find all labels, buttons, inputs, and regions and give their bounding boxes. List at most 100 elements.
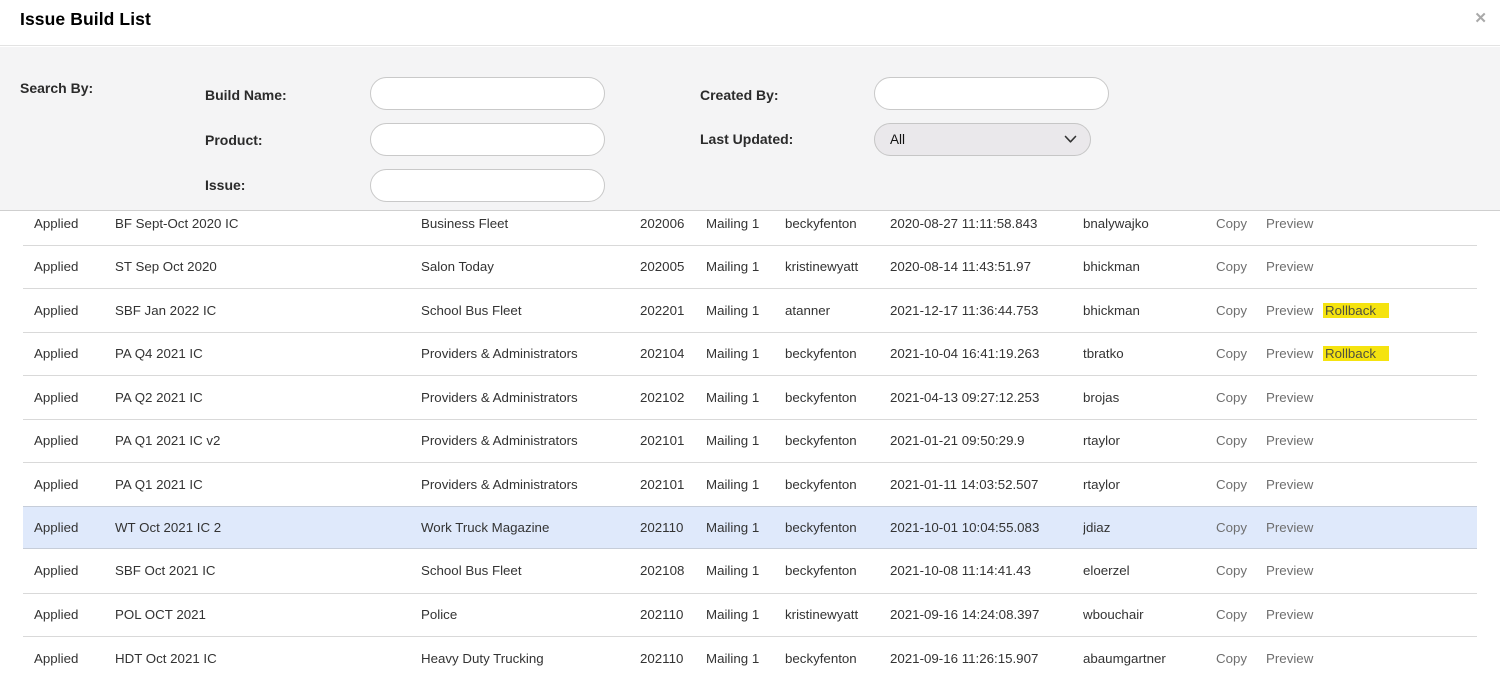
build-name-label: Build Name:	[205, 87, 287, 103]
preview-link[interactable]: Preview	[1266, 216, 1313, 231]
product-cell: Salon Today	[421, 259, 640, 274]
issue-cell: 202101	[640, 477, 706, 492]
created-by-cell: beckyfenton	[785, 563, 890, 578]
table-row[interactable]: Applied ST Sep Oct 2020 Salon Today 2020…	[23, 245, 1477, 289]
search-panel: Search By: Build Name: Product: Issue: C…	[0, 47, 1500, 211]
product-cell: Heavy Duty Trucking	[421, 651, 640, 666]
table-row[interactable]: Applied POL OCT 2021 Police 202110 Maili…	[23, 593, 1477, 637]
created-by-cell: beckyfenton	[785, 346, 890, 361]
created-by-cell: beckyfenton	[785, 477, 890, 492]
table-row[interactable]: Applied PA Q1 2021 IC v2 Providers & Adm…	[23, 419, 1477, 463]
issue-cell: 202104	[640, 346, 706, 361]
copy-link[interactable]: Copy	[1216, 433, 1247, 448]
updated-by-cell: rtaylor	[1083, 477, 1216, 492]
preview-link[interactable]: Preview	[1266, 563, 1313, 578]
issue-input[interactable]	[370, 169, 605, 202]
copy-link[interactable]: Copy	[1216, 477, 1247, 492]
preview-link[interactable]: Preview	[1266, 651, 1313, 666]
created-by-cell: beckyfenton	[785, 520, 890, 535]
created-by-label: Created By:	[700, 87, 779, 103]
copy-link[interactable]: Copy	[1216, 390, 1247, 405]
product-cell: Work Truck Magazine	[421, 520, 640, 535]
mailing-cell: Mailing 1	[706, 651, 785, 666]
close-icon[interactable]: ✕	[1474, 11, 1487, 26]
copy-link[interactable]: Copy	[1216, 563, 1247, 578]
copy-link[interactable]: Copy	[1216, 651, 1247, 666]
issue-cell: 202108	[640, 563, 706, 578]
last-updated-cell: 2020-08-14 11:43:51.97	[890, 259, 1083, 274]
modal-header: Issue Build List ✕	[0, 0, 1500, 46]
preview-link[interactable]: Preview	[1266, 259, 1313, 274]
status-cell: Applied	[23, 607, 115, 622]
copy-link[interactable]: Copy	[1216, 607, 1247, 622]
table-row[interactable]: Applied PA Q1 2021 IC Providers & Admini…	[23, 462, 1477, 506]
status-cell: Applied	[23, 303, 115, 318]
table-row[interactable]: Applied SBF Jan 2022 IC School Bus Fleet…	[23, 288, 1477, 332]
updated-by-cell: rtaylor	[1083, 433, 1216, 448]
issue-cell: 202006	[640, 216, 706, 231]
mailing-cell: Mailing 1	[706, 433, 785, 448]
mailing-cell: Mailing 1	[706, 563, 785, 578]
issue-cell: 202110	[640, 520, 706, 535]
build-name-cell: PA Q1 2021 IC	[115, 477, 421, 492]
build-table-body: Applied BF Sept-Oct 2020 IC Business Fle…	[0, 212, 1500, 680]
product-cell: Providers & Administrators	[421, 346, 640, 361]
updated-by-cell: eloerzel	[1083, 563, 1216, 578]
build-name-cell: PA Q2 2021 IC	[115, 390, 421, 405]
issue-cell: 202110	[640, 607, 706, 622]
preview-link[interactable]: Preview	[1266, 477, 1313, 492]
updated-by-cell: brojas	[1083, 390, 1216, 405]
status-cell: Applied	[23, 216, 115, 231]
mailing-cell: Mailing 1	[706, 259, 785, 274]
copy-link[interactable]: Copy	[1216, 303, 1247, 318]
table-row[interactable]: Applied WT Oct 2021 IC 2 Work Truck Maga…	[23, 506, 1477, 550]
updated-by-cell: bhickman	[1083, 303, 1216, 318]
issue-cell: 202102	[640, 390, 706, 405]
table-row[interactable]: Applied SBF Oct 2021 IC School Bus Fleet…	[23, 549, 1477, 593]
rollback-link[interactable]: Rollback	[1323, 346, 1389, 361]
status-cell: Applied	[23, 259, 115, 274]
product-cell: Providers & Administrators	[421, 433, 640, 448]
preview-link[interactable]: Preview	[1266, 303, 1313, 318]
mailing-cell: Mailing 1	[706, 390, 785, 405]
last-updated-cell: 2021-01-21 09:50:29.9	[890, 433, 1083, 448]
last-updated-cell: 2021-01-11 14:03:52.507	[890, 477, 1083, 492]
copy-link[interactable]: Copy	[1216, 216, 1247, 231]
created-by-cell: beckyfenton	[785, 433, 890, 448]
table-row[interactable]: Applied PA Q2 2021 IC Providers & Admini…	[23, 375, 1477, 419]
build-name-cell: SBF Jan 2022 IC	[115, 303, 421, 318]
product-cell: Police	[421, 607, 640, 622]
last-updated-cell: 2021-09-16 11:26:15.907	[890, 651, 1083, 666]
table-row[interactable]: Applied PA Q4 2021 IC Providers & Admini…	[23, 332, 1477, 376]
status-cell: Applied	[23, 477, 115, 492]
created-by-input[interactable]	[874, 77, 1109, 110]
preview-link[interactable]: Preview	[1266, 346, 1313, 361]
build-table: Applied BF Sept-Oct 2020 IC Business Fle…	[0, 212, 1500, 697]
mailing-cell: Mailing 1	[706, 477, 785, 492]
search-by-label: Search By:	[20, 80, 93, 96]
preview-link[interactable]: Preview	[1266, 607, 1313, 622]
created-by-cell: beckyfenton	[785, 216, 890, 231]
preview-link[interactable]: Preview	[1266, 390, 1313, 405]
table-row[interactable]: Applied BF Sept-Oct 2020 IC Business Fle…	[23, 212, 1477, 245]
status-cell: Applied	[23, 390, 115, 405]
copy-link[interactable]: Copy	[1216, 520, 1247, 535]
status-cell: Applied	[23, 563, 115, 578]
copy-link[interactable]: Copy	[1216, 259, 1247, 274]
product-cell: Providers & Administrators	[421, 477, 640, 492]
mailing-cell: Mailing 1	[706, 520, 785, 535]
rollback-link[interactable]: Rollback	[1323, 303, 1389, 318]
product-input[interactable]	[370, 123, 605, 156]
build-name-input[interactable]	[370, 77, 605, 110]
build-name-cell: ST Sep Oct 2020	[115, 259, 421, 274]
updated-by-cell: tbratko	[1083, 346, 1216, 361]
table-row[interactable]: Applied HDT Oct 2021 IC Heavy Duty Truck…	[23, 636, 1477, 680]
build-name-cell: SBF Oct 2021 IC	[115, 563, 421, 578]
status-cell: Applied	[23, 433, 115, 448]
copy-link[interactable]: Copy	[1216, 346, 1247, 361]
build-name-cell: BF Sept-Oct 2020 IC	[115, 216, 421, 231]
last-updated-select[interactable]: All	[874, 123, 1091, 156]
preview-link[interactable]: Preview	[1266, 520, 1313, 535]
issue-build-list-modal: Issue Build List ✕ Search By: Build Name…	[0, 0, 1500, 697]
preview-link[interactable]: Preview	[1266, 433, 1313, 448]
